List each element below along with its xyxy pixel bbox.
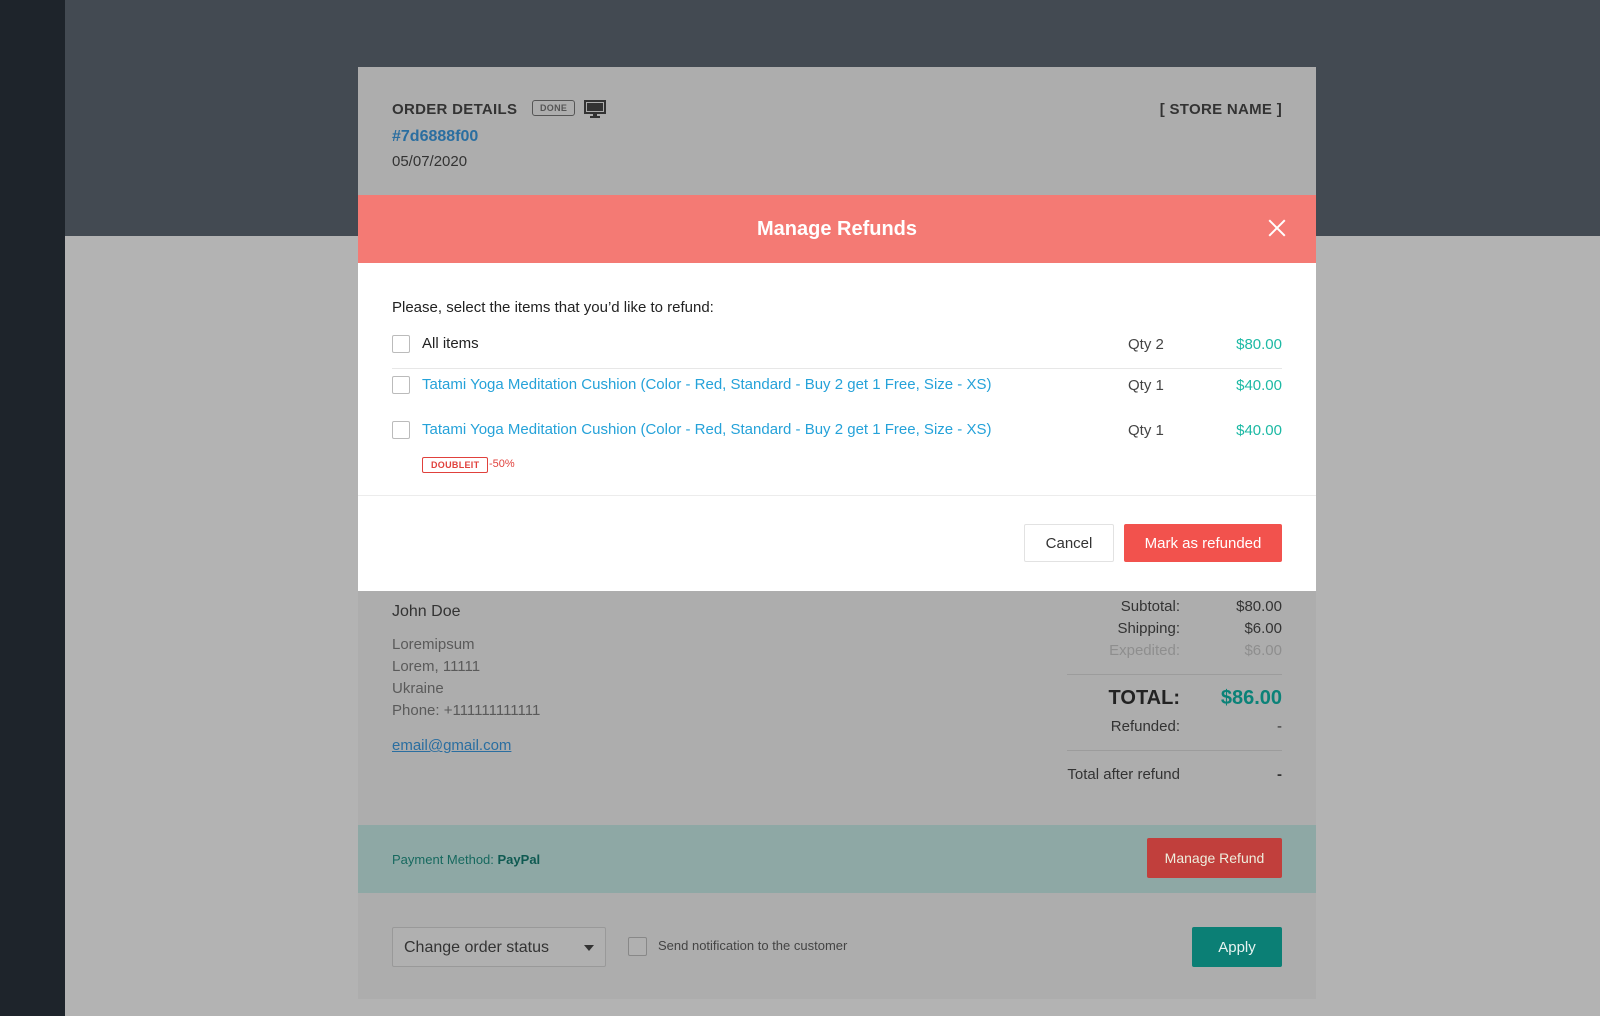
store-name: [ STORE NAME ] bbox=[1159, 101, 1282, 118]
shipping-row: Shipping: $6.00 bbox=[1042, 620, 1282, 642]
shipping-label: Shipping: bbox=[1117, 620, 1180, 637]
address-line: Loremipsum bbox=[392, 636, 475, 653]
all-items-qty: Qty 2 bbox=[1128, 336, 1164, 353]
monitor-icon bbox=[584, 100, 606, 118]
shipping-value: $6.00 bbox=[1244, 620, 1282, 637]
order-date: 05/07/2020 bbox=[392, 153, 468, 170]
expedited-label: Expedited: bbox=[1109, 642, 1180, 659]
payment-method-value: PayPal bbox=[497, 852, 541, 867]
expedited-value: $6.00 bbox=[1244, 642, 1282, 659]
all-items-price: $80.00 bbox=[1236, 336, 1282, 353]
item-qty: Qty 1 bbox=[1128, 377, 1164, 394]
summary-divider bbox=[1067, 674, 1282, 675]
all-items-checkbox[interactable] bbox=[392, 335, 410, 353]
item-name-link[interactable]: Tatami Yoga Meditation Cushion (Color - … bbox=[422, 421, 991, 438]
send-notification-label: Send notification to the customer bbox=[658, 938, 848, 953]
manage-refunds-modal: Manage Refunds Please, select the items … bbox=[358, 195, 1316, 591]
item-price: $40.00 bbox=[1236, 422, 1282, 439]
modal-header: Manage Refunds bbox=[358, 195, 1316, 263]
subtotal-row: Subtotal: $80.00 bbox=[1042, 598, 1282, 620]
payment-method: Payment Method: PayPal bbox=[392, 852, 540, 867]
coupon-badge: DOUBLEIT bbox=[422, 457, 489, 473]
after-refund-row: Total after refund - bbox=[1022, 766, 1282, 788]
summary-divider bbox=[1067, 750, 1282, 751]
close-icon[interactable] bbox=[1268, 219, 1286, 237]
order-status-value: Change order status bbox=[404, 939, 549, 956]
subtotal-label: Subtotal: bbox=[1120, 598, 1180, 615]
all-items-row: All items Qty 2 $80.00 bbox=[392, 335, 1282, 357]
order-details-title: ORDER DETAILS bbox=[392, 101, 518, 118]
all-items-label: All items bbox=[422, 335, 479, 352]
apply-button[interactable]: Apply bbox=[1192, 927, 1282, 967]
customer-name: John Doe bbox=[392, 603, 461, 620]
total-value: $86.00 bbox=[1220, 687, 1282, 709]
customer-email-link[interactable]: email@gmail.com bbox=[392, 737, 511, 754]
order-id-link[interactable]: #7d6888f00 bbox=[392, 128, 478, 146]
manage-refund-button[interactable]: Manage Refund bbox=[1147, 838, 1282, 878]
address-line: Ukraine bbox=[392, 680, 444, 697]
subtotal-value: $80.00 bbox=[1236, 598, 1282, 615]
item-price: $40.00 bbox=[1236, 377, 1282, 394]
refunded-value: - bbox=[1277, 718, 1282, 735]
left-rail bbox=[0, 0, 65, 1016]
item-qty: Qty 1 bbox=[1128, 422, 1164, 439]
refund-item-row: Tatami Yoga Meditation Cushion (Color - … bbox=[392, 421, 1282, 473]
modal-footer-divider bbox=[358, 495, 1316, 496]
cancel-button[interactable]: Cancel bbox=[1024, 524, 1114, 562]
modal-title: Manage Refunds bbox=[756, 218, 918, 240]
payment-method-label: Payment Method: bbox=[392, 852, 494, 867]
phone-line: Phone: +111111111111 bbox=[392, 702, 541, 719]
refund-item-row: Tatami Yoga Meditation Cushion (Color - … bbox=[392, 376, 1282, 398]
send-notification-checkbox[interactable] bbox=[628, 937, 647, 956]
refunded-row: Refunded: - bbox=[1042, 718, 1282, 740]
address-line: Lorem, 11111 bbox=[392, 658, 481, 675]
order-header: ORDER DETAILS DONE #7d6888f00 05/07/2020… bbox=[358, 67, 1316, 197]
item-checkbox[interactable] bbox=[392, 421, 410, 439]
total-label: TOTAL: bbox=[1108, 687, 1180, 709]
caret-down-icon bbox=[584, 945, 594, 951]
payment-bar: Payment Method: PayPal Manage Refund bbox=[358, 825, 1316, 893]
discount-label: -50% bbox=[489, 458, 515, 470]
item-checkbox[interactable] bbox=[392, 376, 410, 394]
refunded-label: Refunded: bbox=[1110, 718, 1180, 735]
status-badge: DONE bbox=[532, 100, 576, 116]
order-status-select[interactable]: Change order status bbox=[392, 927, 606, 967]
after-refund-value: - bbox=[1277, 766, 1282, 783]
expedited-row: Expedited: $6.00 bbox=[1042, 642, 1282, 664]
mark-as-refunded-button[interactable]: Mark as refunded bbox=[1124, 524, 1282, 562]
total-row: TOTAL: $86.00 bbox=[1022, 687, 1282, 717]
item-name-link[interactable]: Tatami Yoga Meditation Cushion (Color - … bbox=[422, 376, 991, 393]
modal-instructions: Please, select the items that you’d like… bbox=[392, 299, 714, 316]
after-refund-label: Total after refund bbox=[1067, 766, 1180, 783]
row-divider bbox=[392, 368, 1282, 369]
